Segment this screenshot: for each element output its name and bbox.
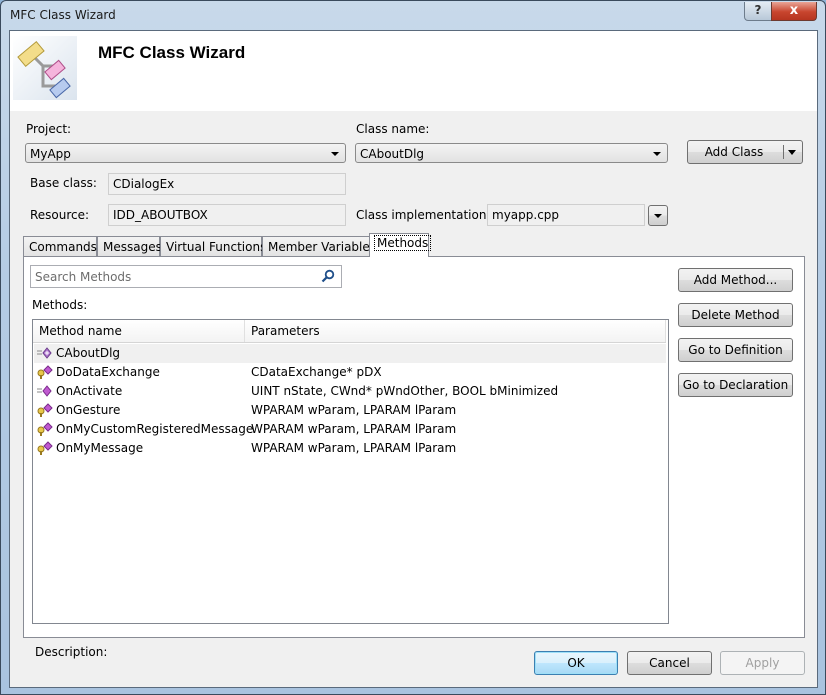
- list-item[interactable]: OnActivate UINT nState, CWnd* pWndOther,…: [34, 382, 666, 401]
- dialog-window: MFC Class Wizard ? x MFC Class Wizard Pr…: [0, 0, 826, 695]
- method-name: CAboutDlg: [56, 346, 121, 360]
- tab-member-variables[interactable]: Member Variables: [262, 236, 376, 256]
- tab-methods[interactable]: Methods: [369, 233, 432, 257]
- tab-label: Commands: [29, 240, 97, 254]
- tab-label: Virtual Functions: [166, 240, 267, 254]
- tab-label: Member Variables: [268, 240, 377, 254]
- header-banner: MFC Class Wizard: [10, 31, 817, 111]
- methods-label: Methods:: [32, 298, 88, 312]
- banner-title: MFC Class Wizard: [98, 43, 246, 62]
- add-class-button[interactable]: Add Class: [687, 140, 803, 164]
- resource-label: Resource:: [30, 208, 90, 222]
- chevron-down-icon: [653, 152, 661, 156]
- search-placeholder: Search Methods: [35, 270, 132, 284]
- resource-field: IDD_ABOUTBOX: [108, 204, 346, 226]
- project-label: Project:: [26, 122, 72, 136]
- cancel-button[interactable]: Cancel: [627, 651, 712, 675]
- tab-virtual-functions[interactable]: Virtual Functions: [160, 236, 266, 256]
- method-params: CDataExchange* pDX: [251, 365, 382, 379]
- protected-method-icon: [36, 403, 54, 417]
- go-to-declaration-button[interactable]: Go to Declaration: [678, 373, 793, 397]
- method-name: OnGesture: [56, 403, 121, 417]
- help-button[interactable]: ?: [744, 2, 772, 21]
- chevron-down-icon: [654, 214, 662, 218]
- split-divider: [783, 145, 784, 159]
- project-dropdown[interactable]: MyApp: [25, 143, 346, 163]
- apply-button[interactable]: Apply: [720, 651, 805, 675]
- add-class-label: Add Class: [704, 145, 764, 159]
- class-name-dropdown[interactable]: CAboutDlg: [355, 143, 668, 163]
- class-diagram-icon: [13, 36, 77, 100]
- tab-label: Methods: [373, 235, 432, 251]
- window-title: MFC Class Wizard: [10, 8, 116, 22]
- list-item[interactable]: DoDataExchange CDataExchange* pDX: [34, 363, 666, 382]
- search-methods-input[interactable]: Search Methods: [30, 265, 342, 288]
- chevron-down-icon[interactable]: [788, 150, 796, 155]
- tab-messages[interactable]: Messages: [97, 236, 162, 256]
- chevron-down-icon: [331, 152, 339, 156]
- list-header: Method name Parameters: [33, 320, 666, 343]
- method-name: OnMyCustomRegisteredMessage: [56, 422, 254, 436]
- methods-list[interactable]: Method name Parameters CAboutDlg DoDataE…: [32, 319, 669, 624]
- method-params: WPARAM wParam, LPARAM lParam: [251, 441, 457, 455]
- add-method-button[interactable]: Add Method...: [678, 268, 793, 292]
- column-header-method-name[interactable]: Method name: [33, 320, 245, 342]
- method-name: OnActivate: [56, 384, 123, 398]
- close-button[interactable]: x: [771, 2, 817, 21]
- method-name: OnMyMessage: [56, 441, 144, 455]
- list-item[interactable]: OnMyCustomRegisteredMessage WPARAM wPara…: [34, 420, 666, 439]
- method-params: WPARAM wParam, LPARAM lParam: [251, 422, 457, 436]
- class-implementation-dropdown-button[interactable]: [648, 205, 668, 226]
- protected-method-icon: [36, 441, 54, 455]
- dialog-client-area: MFC Class Wizard Project: MyApp Class na…: [9, 30, 818, 688]
- list-item[interactable]: OnMyMessage WPARAM wParam, LPARAM lParam: [34, 439, 666, 458]
- base-class-label: Base class:: [30, 176, 97, 190]
- protected-method-icon: [36, 365, 54, 379]
- class-implementation-field: myapp.cpp: [487, 204, 645, 226]
- tab-label: Messages: [103, 240, 162, 254]
- project-value: MyApp: [30, 147, 71, 161]
- list-item[interactable]: CAboutDlg: [34, 344, 666, 363]
- class-name-value: CAboutDlg: [360, 147, 425, 161]
- method-params: UINT nState, CWnd* pWndOther, BOOL bMini…: [251, 384, 559, 398]
- search-icon[interactable]: [321, 269, 335, 283]
- protected-method-icon: [36, 422, 54, 436]
- class-implementation-label: Class implementation:: [356, 208, 491, 222]
- title-bar[interactable]: MFC Class Wizard ? x: [1, 1, 825, 29]
- base-class-field: CDialogEx: [108, 173, 346, 195]
- public-method-icon: [36, 384, 54, 398]
- method-name: DoDataExchange: [56, 365, 160, 379]
- go-to-definition-button[interactable]: Go to Definition: [678, 338, 793, 362]
- method-params: WPARAM wParam, LPARAM lParam: [251, 403, 457, 417]
- class-name-label: Class name:: [356, 122, 430, 136]
- list-item[interactable]: OnGesture WPARAM wParam, LPARAM lParam: [34, 401, 666, 420]
- delete-method-button[interactable]: Delete Method: [678, 303, 793, 327]
- ok-button[interactable]: OK: [534, 651, 618, 675]
- description-label: Description:: [35, 645, 108, 659]
- constructor-method-icon: [36, 346, 54, 360]
- tab-commands[interactable]: Commands: [23, 236, 97, 256]
- column-header-parameters[interactable]: Parameters: [245, 320, 666, 342]
